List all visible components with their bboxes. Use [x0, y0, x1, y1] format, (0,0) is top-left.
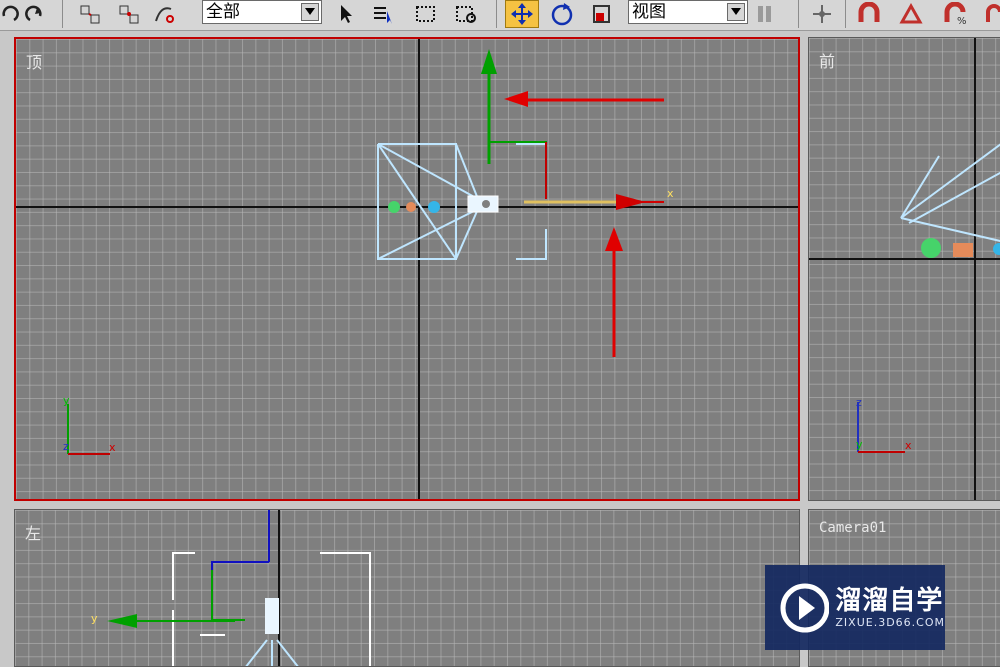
move-gizmo-left: y [91, 510, 270, 628]
camera-body [467, 195, 499, 213]
camera-target-marker-front [921, 238, 941, 258]
reference-coordinate-value: 视图 [632, 2, 666, 22]
svg-text:%: % [957, 16, 967, 26]
axis-tripod-front: z y x [856, 396, 912, 453]
camera-body-left [245, 598, 299, 666]
viewport-left-canvas: y [91, 510, 371, 666]
rectangle-selection-icon[interactable] [412, 0, 440, 28]
viewport-front-canvas: z y x [809, 38, 1000, 500]
camera-frustum-front [900, 143, 1000, 242]
main-toolbar: 全部 视图 % [0, 0, 1000, 31]
svg-text:y: y [91, 612, 98, 625]
reference-coordinate-dropdown[interactable]: 视图 [628, 0, 748, 24]
percent-snap-icon[interactable]: % [942, 0, 970, 28]
selection-filter-value: 全部 [206, 2, 240, 22]
select-and-rotate-icon[interactable] [548, 0, 576, 28]
bind-space-warp-icon[interactable] [150, 0, 178, 28]
viewport-left[interactable]: 左 y [14, 509, 800, 667]
viewport-camera-label[interactable]: Camera01 [819, 520, 886, 536]
gizmo-y-arrow [481, 49, 497, 74]
watermark-logo: 溜溜自学 ZIXUE.3D66.COM [765, 565, 945, 650]
camera-frustum-wireframe [377, 143, 547, 260]
select-and-link-icon[interactable] [76, 0, 104, 28]
snap-toggle-icon[interactable] [856, 0, 884, 28]
svg-text:z: z [856, 396, 862, 409]
annotation-arrow-left [504, 91, 664, 107]
tripod-y-label: y [63, 394, 70, 407]
chevron-down-icon [301, 3, 319, 21]
viewport-top[interactable]: 顶 x y z x [14, 37, 800, 501]
select-and-move-icon[interactable] [505, 0, 539, 28]
camera-target-marker [388, 201, 400, 213]
unlink-icon[interactable] [115, 0, 143, 28]
camera-lens-marker [428, 201, 440, 213]
svg-text:x: x [905, 439, 912, 452]
pivot-marker-front [953, 243, 973, 257]
viewport-front[interactable]: 前 z y x [808, 37, 1000, 501]
select-object-icon[interactable] [332, 0, 360, 28]
select-and-scale-icon[interactable] [588, 0, 616, 28]
redo-icon[interactable] [20, 0, 48, 28]
axis-tripod-top: y z x [63, 394, 116, 455]
watermark-brand: 溜溜自学 [835, 586, 944, 616]
svg-text:y: y [856, 438, 863, 451]
spinner-snap-icon[interactable] [980, 0, 1000, 28]
camera-lens-marker-front [993, 243, 1000, 255]
move-gizmo: x [481, 49, 674, 210]
annotation-arrow-up [605, 227, 623, 357]
select-and-manipulate-icon[interactable] [808, 0, 836, 28]
tripod-z-label: z [63, 440, 69, 453]
play-logo-icon [780, 583, 830, 632]
tripod-x-label: x [109, 441, 116, 454]
gizmo-x-label: x [667, 187, 674, 200]
use-pivot-point-icon[interactable] [752, 0, 780, 28]
chevron-down-icon [727, 3, 745, 21]
selection-filter-dropdown[interactable]: 全部 [202, 0, 322, 24]
select-by-name-icon[interactable] [370, 0, 398, 28]
pivot-marker [406, 202, 416, 212]
viewport-top-canvas: x y z x [16, 39, 798, 499]
watermark-url: ZIXUE.3D66.COM [835, 616, 945, 629]
angle-snap-icon[interactable] [898, 0, 926, 28]
window-crossing-icon[interactable] [452, 0, 480, 28]
